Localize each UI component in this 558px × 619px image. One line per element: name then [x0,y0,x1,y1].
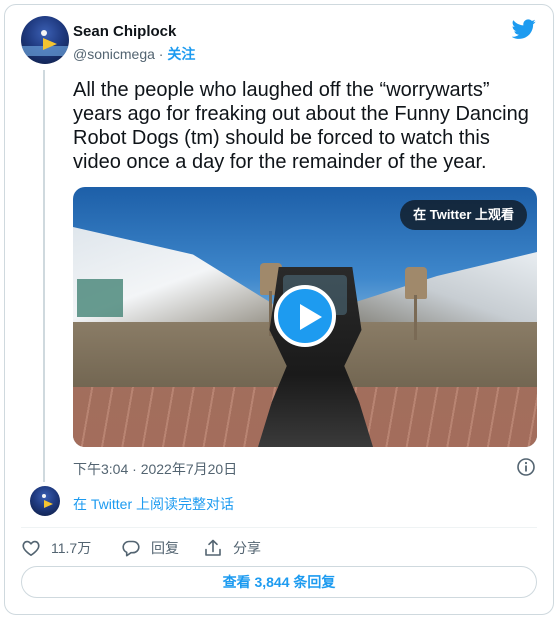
author-name[interactable]: Sean Chiplock [73,23,176,40]
author-handle-row: @sonicmega · 关注 [73,44,195,64]
tweet-timestamp[interactable]: 下午3:04 · 2022年7月20日 [73,459,237,479]
share-label: 分享 [233,540,261,556]
divider [21,527,537,528]
likes-count: 11.7万 [51,540,92,556]
watch-on-twitter-button[interactable]: 在 Twitter 上观看 [400,200,527,230]
separator-dot: · [154,46,168,62]
info-icon[interactable] [516,457,536,477]
play-button[interactable] [274,285,336,347]
scene-snow-hill-right [337,252,537,332]
share-button[interactable]: 分享 [203,538,261,558]
reply-icon [122,540,140,557]
read-conversation-link[interactable]: 在 Twitter 上阅读完整对话 [73,494,234,514]
twitter-bird-icon[interactable] [512,17,536,41]
author-avatar-small[interactable] [30,486,60,516]
author-handle[interactable]: @sonicmega [73,46,155,62]
scene-target-post-right [414,295,417,340]
tweet-text: All the people who laughed off the “worr… [73,79,529,173]
author-avatar[interactable] [21,16,69,64]
play-icon [300,304,322,330]
view-replies-button[interactable]: 查看 3,844 条回复 [21,566,537,598]
reply-label: 回复 [151,540,179,556]
share-icon [205,539,221,556]
scene-fence [77,279,123,317]
reply-button[interactable]: 回复 [121,538,179,558]
like-button[interactable]: 11.7万 [21,538,91,558]
thread-line [43,70,45,482]
follow-button[interactable]: 关注 [167,46,195,62]
heart-icon [22,540,40,556]
video-thumbnail[interactable]: 在 Twitter 上观看 [73,187,537,447]
